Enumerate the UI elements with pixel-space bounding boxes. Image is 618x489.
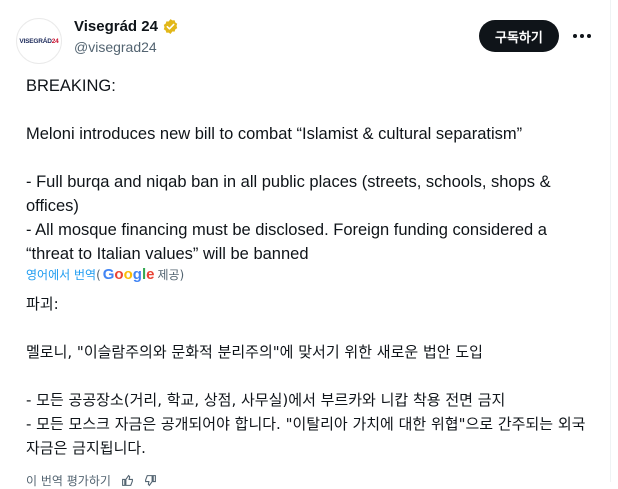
avatar-logo: VISEGRÁD24 [19, 38, 58, 45]
tweet-text-original: BREAKING: Meloni introduces new bill to … [26, 74, 596, 266]
more-horizontal-icon[interactable] [570, 24, 594, 48]
avatar-logo-number: 24 [51, 37, 59, 45]
translated-headline: 멜로니, "이슬람주의와 문화적 분리주의"에 맞서기 위한 새로운 법안 도입 [26, 343, 483, 361]
tweet-bullet-1: - Full burqa and niqab ban in all public… [26, 173, 551, 215]
avatar-logo-text: VISEGRÁD [19, 37, 52, 45]
rate-translation-label: 이 번역 평가하기 [26, 474, 111, 488]
translated-bullet-2: - 모든 모스크 자금은 공개되어야 합니다. "이탈리아 가치에 대한 위협"… [26, 415, 586, 457]
author-handle[interactable]: @visegrad24 [74, 39, 157, 55]
tweet-headline: Meloni introduces new bill to combat “Is… [26, 125, 523, 143]
thumbs-up-icon[interactable] [121, 474, 134, 487]
author-name-row: Visegrád 24 [74, 18, 179, 35]
translated-from-link[interactable]: 영어에서 번역 [26, 266, 96, 283]
google-letter-o1: o [114, 266, 124, 283]
follow-button[interactable]: 구독하기 [479, 20, 559, 52]
translation-provided-by: 제공) [157, 268, 185, 282]
tweet-text-translated: 파괴: 멜로니, "이슬람주의와 문화적 분리주의"에 맞서기 위한 새로운 법… [26, 292, 598, 460]
google-letter-g: G [102, 266, 115, 283]
rate-translation-row: 이 번역 평가하기 [26, 472, 157, 489]
translated-bullet-1: - 모든 공공장소(거리, 학교, 상점, 사무실)에서 부르카와 니캅 착용 … [26, 391, 506, 409]
thumbs-down-icon[interactable] [144, 474, 157, 487]
avatar[interactable]: VISEGRÁD24 [16, 18, 62, 64]
google-letter-g2: g [132, 266, 142, 283]
google-letter-e: e [146, 266, 155, 283]
tweet-card: VISEGRÁD24 Visegrád 24 @visegrad24 구독하기 … [0, 0, 611, 488]
tweet-breaking: BREAKING: [26, 77, 116, 95]
verified-badge-icon [163, 19, 178, 34]
translation-attribution: 영어에서 번역 ( Google 제공) [26, 266, 184, 283]
translated-breaking: 파괴: [26, 295, 59, 313]
translation-paren: ( [96, 267, 101, 282]
google-letter-o2: o [123, 266, 133, 283]
tweet-bullet-2: - All mosque financing must be disclosed… [26, 221, 547, 263]
author-name[interactable]: Visegrád 24 [74, 18, 158, 35]
google-logo: Google [103, 266, 155, 283]
